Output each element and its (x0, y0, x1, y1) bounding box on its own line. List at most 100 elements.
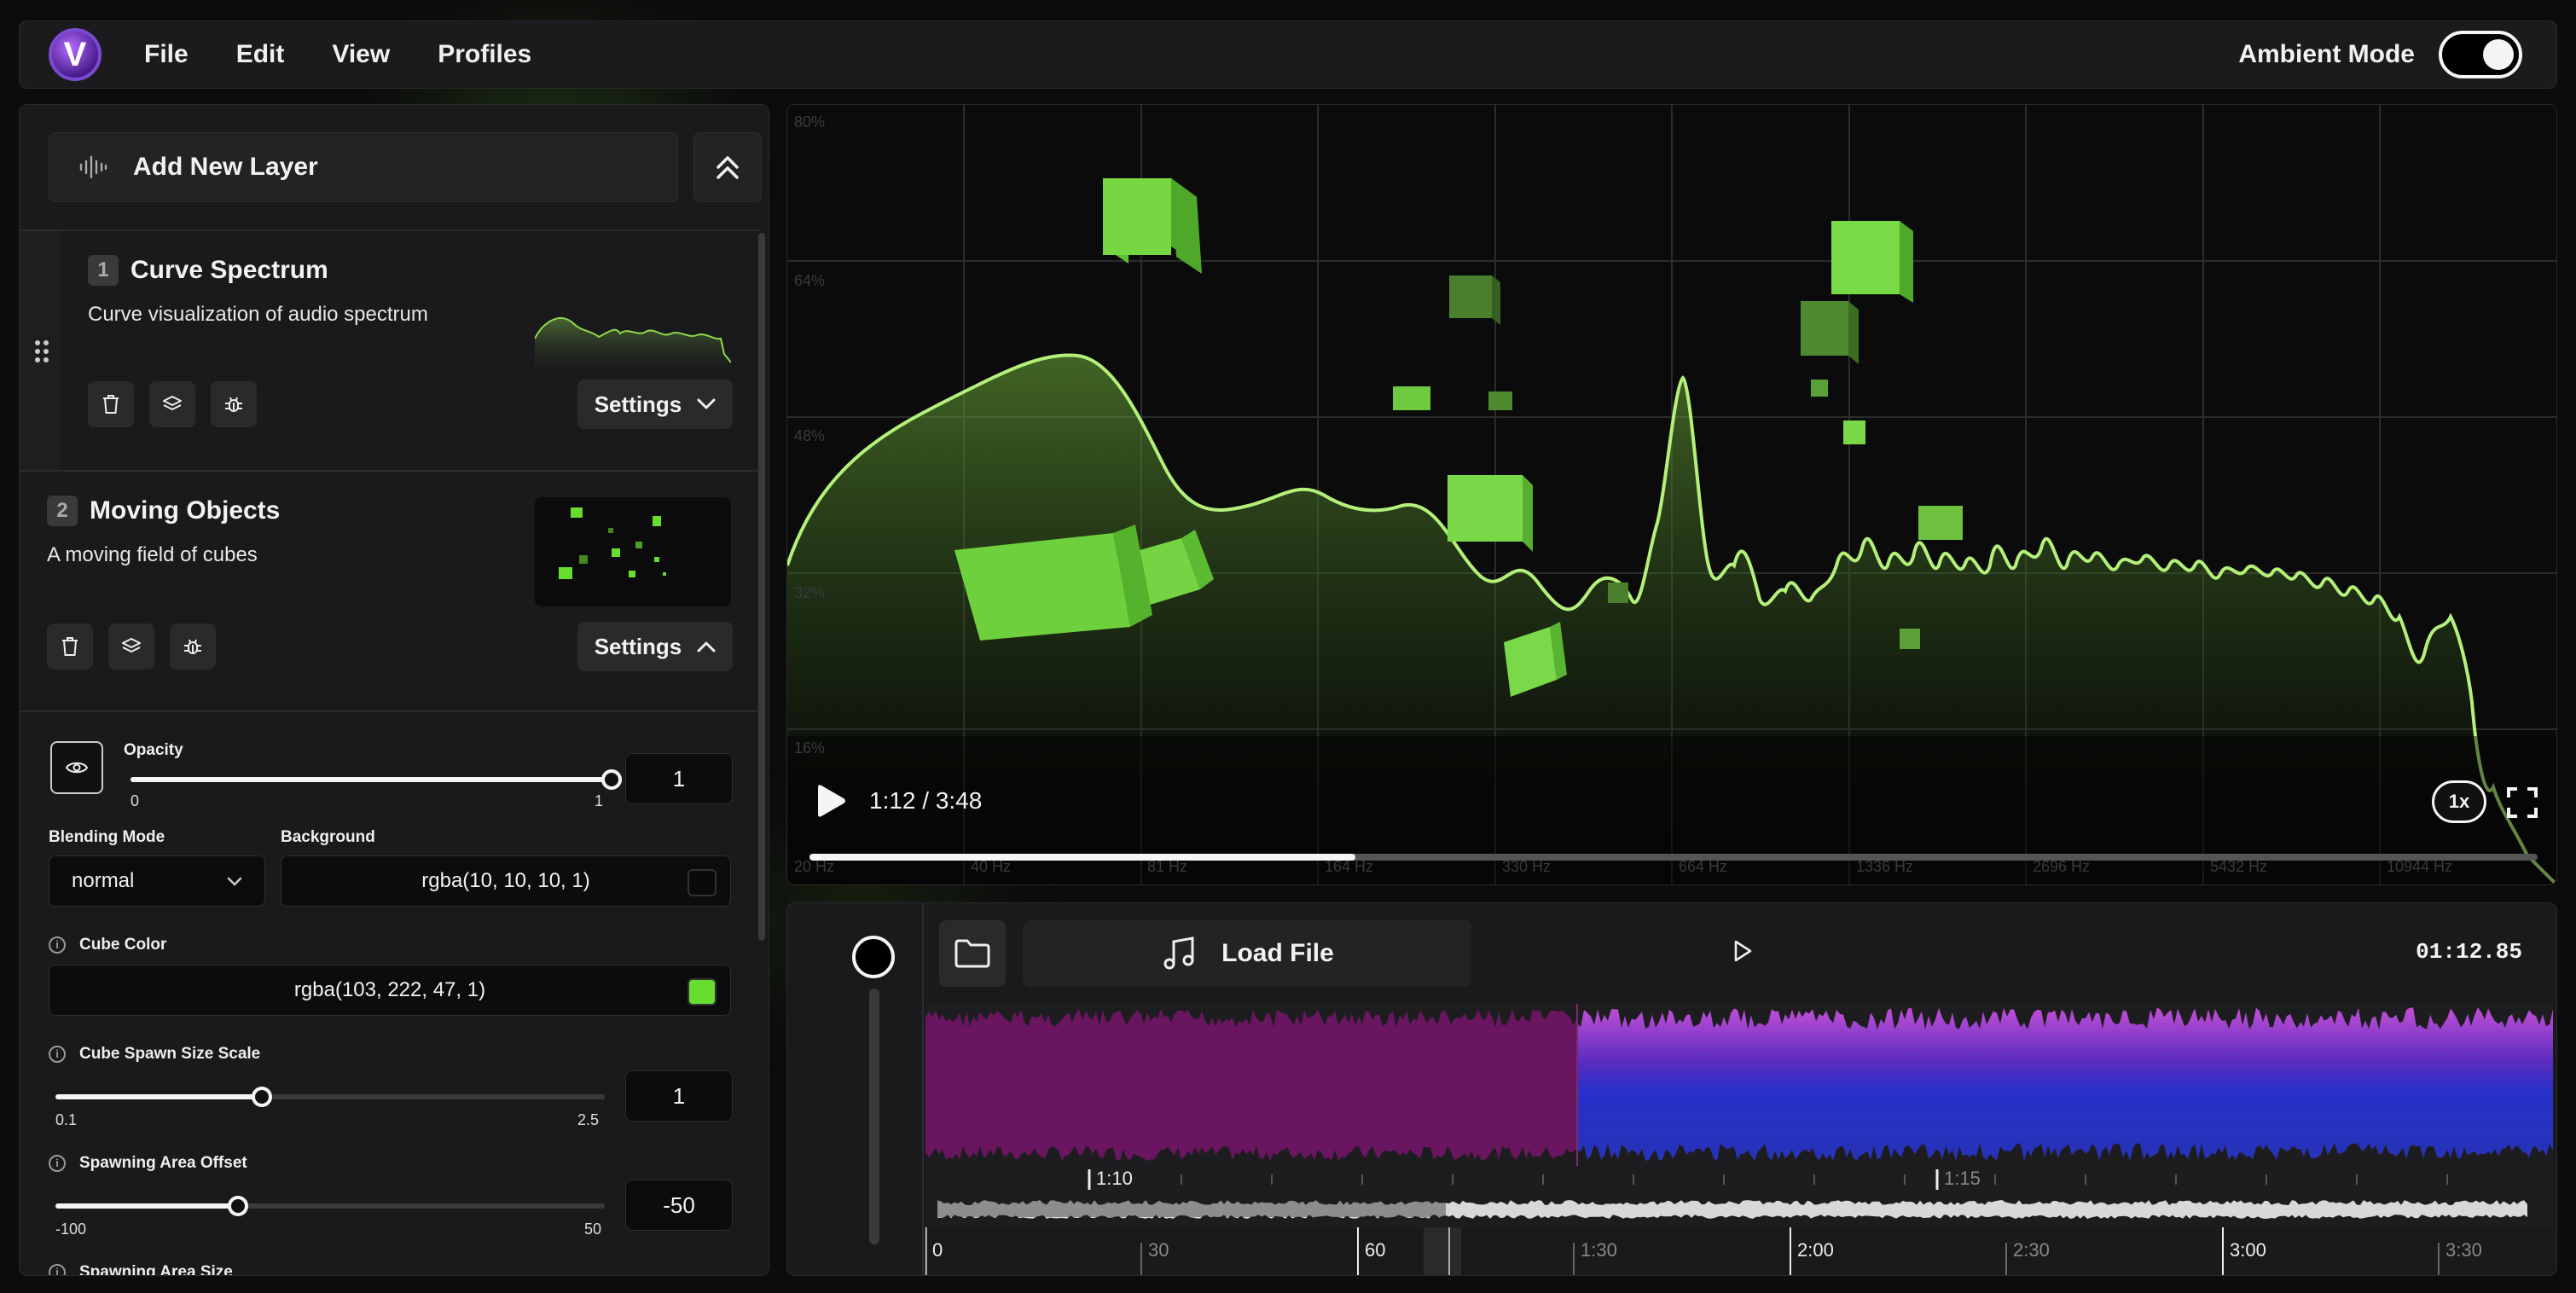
visualizer-canvas[interactable]: 80% 64% 48% 32% 16% 20 Hz 40 Hz 81 Hz 16… (786, 104, 2557, 885)
background-color-value: rgba(10, 10, 10, 1) (421, 869, 590, 892)
spawning-area-offset-slider-handle[interactable] (228, 1196, 249, 1216)
load-file-button[interactable]: Load File (1023, 920, 1471, 987)
collapse-all-button[interactable] (693, 132, 762, 202)
ruler-label-3-30: 3:30 (2445, 1239, 2482, 1261)
menu-edit[interactable]: Edit (236, 40, 285, 69)
spawning-area-offset-label-text: Spawning Area Offset (79, 1154, 247, 1172)
blending-mode-value: normal (72, 869, 135, 892)
menu-profiles[interactable]: Profiles (438, 40, 531, 69)
ruler-label-0: 0 (932, 1239, 943, 1261)
cube-color-input[interactable]: rgba(103, 222, 47, 1) (49, 965, 731, 1016)
opacity-max: 1 (595, 792, 604, 809)
delete-layer-2-button[interactable] (47, 623, 93, 670)
blending-mode-select[interactable]: normal (49, 855, 265, 907)
timeline-play-button[interactable] (1717, 925, 1768, 977)
timeline-panel: Load File 01:12.85 1:10 1:15 0 30 60 1:3… (786, 902, 2557, 1276)
menu-view[interactable]: View (332, 40, 390, 69)
cube-spawn-size-slider[interactable] (55, 1087, 605, 1107)
background-color-swatch[interactable] (688, 869, 717, 896)
info-icon[interactable]: i (49, 1264, 66, 1275)
volume-slider[interactable] (869, 989, 879, 1244)
cube-color-swatch[interactable] (688, 978, 717, 1006)
waveform-view[interactable]: 1:10 1:15 (925, 1004, 2553, 1227)
player-controls: 1:12 / 3:48 (813, 784, 982, 818)
cube-spawn-size-value-input[interactable]: 1 (625, 1070, 733, 1122)
play-icon[interactable] (813, 784, 847, 818)
layer-1-stack-button[interactable] (149, 381, 195, 427)
freq-label-2696hz: 2696 Hz (2033, 858, 2091, 875)
trash-icon (62, 637, 78, 656)
waveform-mark-1-15: 1:15 (1944, 1168, 1981, 1189)
open-folder-button[interactable] (939, 920, 1006, 987)
percent-label-48: 48% (794, 427, 826, 444)
layer-2-stack-button[interactable] (108, 623, 154, 670)
add-new-layer-button[interactable]: Add New Layer (49, 132, 678, 202)
layer-1-debug-button[interactable] (211, 381, 257, 427)
ruler-label-30: 30 (1148, 1239, 1169, 1261)
layers-panel-scrollbar[interactable] (758, 233, 765, 941)
fullscreen-icon[interactable] (2507, 787, 2538, 818)
visibility-toggle-button[interactable] (50, 741, 103, 794)
freq-label-10944hz: 10944 Hz (2387, 858, 2453, 875)
spawning-area-offset-slider[interactable] (55, 1196, 605, 1216)
background-color-input[interactable]: rgba(10, 10, 10, 1) (281, 855, 731, 907)
chevron-down-icon (697, 398, 716, 409)
folder-icon (954, 939, 990, 968)
ambient-mode-toggle[interactable] (2439, 31, 2522, 78)
layer-2-index: 2 (47, 496, 78, 526)
layer-item-moving-objects[interactable]: 2 Moving Objects A moving field of cubes … (20, 472, 760, 712)
music-note-icon (1163, 936, 1194, 970)
layer-1-title: 1 Curve Spectrum (88, 255, 328, 286)
layer-1-settings-label: Settings (594, 391, 682, 417)
info-icon[interactable]: i (49, 1046, 66, 1063)
layer-2-debug-button[interactable] (170, 623, 216, 670)
cube-spawn-size-label: i Cube Spawn Size Scale (49, 1045, 260, 1064)
trash-icon (103, 395, 119, 414)
percent-label-16: 16% (794, 739, 826, 757)
freq-label-20hz: 20 Hz (794, 858, 835, 875)
layer-2-title: 2 Moving Objects (47, 496, 280, 526)
cube-spawn-size-label-text: Cube Spawn Size Scale (79, 1045, 261, 1063)
drag-handle-icon[interactable] (33, 339, 50, 364)
ruler-label-2-00: 2:00 (1797, 1239, 1834, 1261)
delete-layer-1-button[interactable] (88, 381, 134, 427)
background-label: Background (281, 828, 375, 846)
opacity-min: 0 (131, 792, 140, 809)
bug-icon (225, 397, 242, 412)
layers-icon (122, 638, 141, 652)
layer-2-title-text: Moving Objects (90, 496, 281, 525)
freq-label-5432hz: 5432 Hz (2210, 858, 2268, 875)
cube-color-label: i Cube Color (49, 936, 166, 954)
opacity-slider-handle[interactable] (601, 769, 622, 790)
layer-2-settings-button[interactable]: Settings (577, 622, 733, 671)
ruler-label-3-00: 3:00 (2230, 1239, 2266, 1261)
freq-label-664hz: 664 Hz (1679, 858, 1728, 875)
layer-2-settings-label: Settings (594, 633, 682, 659)
playback-speed-button[interactable]: 1x (2432, 780, 2486, 823)
menu-file[interactable]: File (144, 40, 189, 69)
waveform-icon (79, 155, 107, 179)
layer-1-description: Curve visualization of audio spectrum (88, 303, 428, 326)
cube-spawn-size-slider-handle[interactable] (251, 1087, 272, 1107)
add-new-layer-label: Add New Layer (133, 153, 318, 181)
percent-label-80: 80% (794, 113, 826, 130)
volume-knob[interactable] (852, 936, 895, 978)
info-icon[interactable]: i (49, 936, 66, 954)
cube-color-value: rgba(103, 222, 47, 1) (293, 978, 486, 1001)
layer-item-curve-spectrum[interactable]: 1 Curve Spectrum Curve visualization of a… (20, 231, 760, 472)
eye-icon (66, 762, 88, 774)
timeline-ruler[interactable]: 0 30 60 1:30 2:00 2:30 3:00 3:30 (925, 1227, 2553, 1276)
cube-color-label-text: Cube Color (79, 936, 167, 954)
playback-progress-bar[interactable] (809, 854, 2538, 861)
chevrons-up-icon (717, 156, 739, 179)
app-logo-icon: V (49, 28, 102, 81)
layer-1-settings-button[interactable]: Settings (577, 380, 733, 429)
info-icon[interactable]: i (49, 1155, 66, 1172)
ruler-label-60: 60 (1365, 1239, 1385, 1261)
spawning-area-offset-value-input[interactable]: -50 (625, 1180, 733, 1231)
playback-progress-fill (809, 854, 1356, 861)
main-menu: File Edit View Profiles (144, 40, 579, 69)
spawning-area-size-label: i Spawning Area Size (49, 1263, 233, 1275)
opacity-value-input[interactable]: 1 (625, 753, 733, 804)
opacity-slider[interactable] (131, 769, 622, 790)
